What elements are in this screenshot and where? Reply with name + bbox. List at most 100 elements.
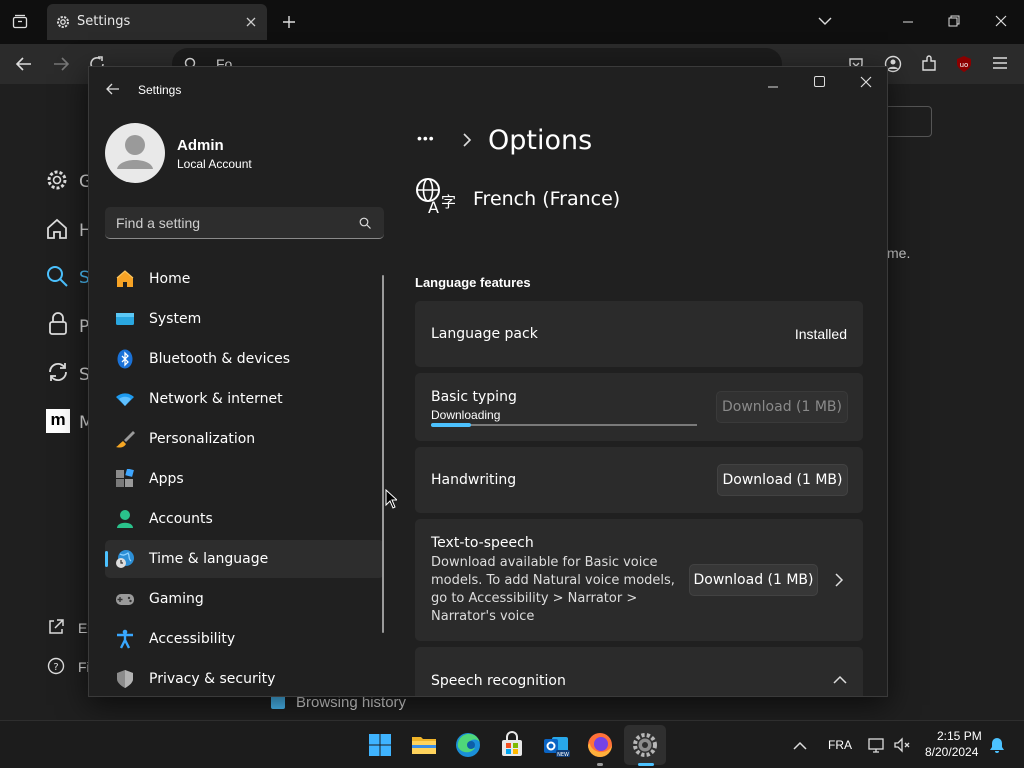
- sidebar-item-apps[interactable]: Apps: [105, 460, 384, 498]
- input-language[interactable]: FRA: [828, 738, 852, 752]
- accessibility-icon: [117, 629, 133, 649]
- sidebar-item-label: Network & internet: [149, 391, 283, 407]
- search-placeholder: Find a setting: [116, 215, 201, 231]
- tab-actions-icon[interactable]: [12, 14, 28, 30]
- minimize-icon[interactable]: [767, 81, 779, 93]
- sidebar-item-accounts[interactable]: Accounts: [105, 500, 384, 538]
- sidebar-item-privacy[interactable]: Privacy & security: [105, 660, 384, 696]
- firefox-icon[interactable]: [584, 729, 616, 761]
- taskbar: NEW FRA 2:15 PM 8/20/2024: [0, 720, 1024, 768]
- handwriting-card: Handwriting Download (1 MB): [415, 447, 863, 513]
- download-button[interactable]: Download (1 MB): [716, 391, 848, 423]
- sidebar-item-accessibility[interactable]: Accessibility: [105, 620, 384, 658]
- sidebar-item-label: Accounts: [149, 511, 213, 527]
- tab-bar: Settings: [0, 0, 1024, 44]
- volume-muted-icon[interactable]: [893, 736, 911, 754]
- progress-fill: [431, 423, 471, 427]
- globe-clock-icon: [116, 550, 134, 568]
- sidebar-item-gaming[interactable]: Gaming: [105, 580, 384, 618]
- tab-settings[interactable]: Settings: [47, 4, 267, 40]
- sidebar-item-time-language[interactable]: Time & language: [105, 540, 384, 578]
- basic-typing-card: Basic typing Downloading Download (1 MB): [415, 373, 863, 441]
- user-name: Admin: [177, 137, 224, 154]
- speech-recognition-card[interactable]: Speech recognition: [415, 647, 863, 696]
- description-line: Download available for Basic voice: [431, 555, 658, 570]
- settings-gear-icon[interactable]: [629, 729, 661, 761]
- new-tab-icon[interactable]: [282, 15, 296, 29]
- download-button[interactable]: Download (1 MB): [717, 464, 848, 496]
- settings-window: Settings Admin Local Account Find a sett…: [88, 66, 888, 697]
- clock-time[interactable]: 2:15 PM: [937, 729, 982, 743]
- firefox-running-indicator: [597, 763, 603, 766]
- sidebar-item-personalization[interactable]: Personalization: [105, 420, 384, 458]
- sync-icon: [49, 362, 67, 382]
- forward-arrow-icon[interactable]: [52, 56, 70, 72]
- bg-text: me.: [887, 245, 911, 261]
- chevron-up-icon[interactable]: [833, 675, 847, 685]
- home-icon: [47, 218, 67, 239]
- feature-title: Basic typing: [431, 389, 517, 405]
- sidebar-item-bluetooth[interactable]: Bluetooth & devices: [105, 340, 384, 378]
- gear-icon: [47, 170, 67, 190]
- outlook-icon[interactable]: NEW: [540, 729, 572, 761]
- menu-icon[interactable]: [992, 56, 1008, 70]
- close-icon[interactable]: [860, 76, 872, 88]
- chevron-up-icon[interactable]: [793, 741, 807, 751]
- chevron-down-icon[interactable]: [818, 16, 832, 26]
- system-icon: [116, 313, 134, 325]
- language-icon: A字: [416, 178, 456, 215]
- chevron-right-icon[interactable]: [834, 573, 844, 587]
- external-link-icon: [49, 619, 64, 634]
- edge-icon[interactable]: [452, 729, 484, 761]
- description-line: models. To add Natural voice models,: [431, 573, 675, 588]
- sidebar-item-label: Apps: [149, 471, 184, 487]
- notification-bell-icon[interactable]: [988, 736, 1006, 754]
- sidebar-item-label: Privacy & security: [149, 671, 276, 687]
- bluetooth-icon: [117, 349, 133, 369]
- language-pack-card: Language pack Installed: [415, 301, 863, 367]
- text-to-speech-card[interactable]: Text-to-speech Download available for Ba…: [415, 519, 863, 641]
- gear-icon: [57, 16, 69, 28]
- apps-icon: [116, 469, 134, 487]
- page-title: Options: [488, 125, 593, 156]
- download-button[interactable]: Download (1 MB): [689, 564, 818, 596]
- extensions-icon[interactable]: [920, 55, 938, 73]
- svg-text:字: 字: [441, 193, 456, 211]
- back-arrow-icon[interactable]: [15, 56, 33, 72]
- accounts-icon: [117, 510, 133, 528]
- checkbox[interactable]: [271, 695, 285, 709]
- description-line: Narrator's voice: [431, 609, 535, 624]
- sidebar-item-network[interactable]: Network & internet: [105, 380, 384, 418]
- sidebar-item-home[interactable]: Home: [105, 260, 384, 298]
- sidebar-item-system[interactable]: System: [105, 300, 384, 338]
- back-arrow-icon[interactable]: [106, 83, 120, 95]
- wifi-icon: [116, 393, 134, 406]
- status-text: Installed: [794, 326, 847, 342]
- avatar[interactable]: [105, 123, 165, 183]
- sidebar-item-label: Accessibility: [149, 631, 236, 647]
- ublock-icon[interactable]: uo: [955, 55, 973, 73]
- brush-icon: [116, 431, 135, 448]
- maximize-icon[interactable]: [814, 76, 825, 87]
- search-icon: [47, 266, 68, 287]
- description-line: go to Accessibility > Narrator >: [431, 591, 638, 606]
- minimize-icon[interactable]: [902, 16, 914, 28]
- windows-start-icon[interactable]: [364, 729, 396, 761]
- sidebar-item-label: Bluetooth & devices: [149, 351, 291, 367]
- store-icon[interactable]: [496, 729, 528, 761]
- restore-icon[interactable]: [948, 15, 960, 27]
- search-input[interactable]: Find a setting: [105, 207, 384, 239]
- gamepad-icon: [116, 594, 134, 605]
- sidebar-item-label: Time & language: [149, 551, 269, 567]
- sidebar-scrollbar[interactable]: [382, 275, 384, 633]
- window-title: Settings: [138, 83, 182, 97]
- file-explorer-icon[interactable]: [408, 729, 440, 761]
- feature-description: Download available for Basic voice model…: [431, 554, 681, 626]
- feature-title: Speech recognition: [431, 673, 566, 689]
- network-icon[interactable]: [867, 736, 885, 754]
- close-tab-icon[interactable]: [245, 16, 257, 28]
- clock-date[interactable]: 8/20/2024: [925, 745, 978, 759]
- progress-bar: [431, 423, 697, 427]
- close-icon[interactable]: [995, 15, 1007, 27]
- breadcrumb-overflow[interactable]: •••: [417, 130, 435, 146]
